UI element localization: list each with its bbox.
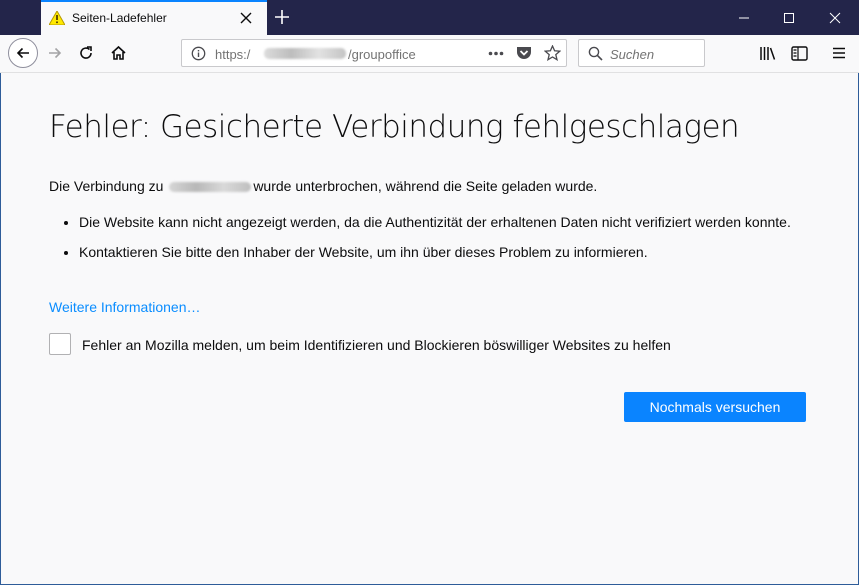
redacted-host <box>264 48 346 59</box>
back-button[interactable] <box>8 38 38 68</box>
close-tab-icon[interactable] <box>240 12 252 24</box>
tab-active[interactable]: Seiten-Ladefehler <box>41 0 267 35</box>
library-icon[interactable] <box>759 46 776 61</box>
info-icon[interactable] <box>191 46 206 61</box>
report-checkbox-label[interactable]: Fehler an Mozilla melden, um beim Identi… <box>82 337 671 353</box>
reload-icon <box>80 46 92 59</box>
warning-icon <box>49 11 65 25</box>
url-path: /groupoffice <box>348 47 416 62</box>
pocket-icon[interactable] <box>516 46 532 61</box>
tab-title: Seiten-Ladefehler <box>72 11 167 25</box>
url-bar[interactable]: https:/ /groupoffice <box>181 39 567 67</box>
redacted-host <box>169 182 252 193</box>
search-bar[interactable]: Suchen <box>578 39 705 67</box>
title-bar: Seiten-Ladefehler <box>0 0 859 35</box>
search-icon <box>588 46 603 61</box>
search-placeholder: Suchen <box>610 47 655 62</box>
list-item: Die Website kann nicht angezeigt werden,… <box>79 212 839 233</box>
bookmark-star-icon[interactable] <box>544 45 561 61</box>
report-checkbox[interactable] <box>49 333 71 355</box>
error-bullet-list: Die Website kann nicht angezeigt werden,… <box>49 212 839 272</box>
desc-before: Die Verbindung zu <box>49 178 168 194</box>
new-tab-icon[interactable] <box>274 9 290 25</box>
error-title: Fehler: Gesicherte Verbindung fehlgeschl… <box>49 109 740 145</box>
retry-button[interactable]: Nochmals versuchen <box>624 392 806 422</box>
home-button[interactable] <box>105 40 131 66</box>
home-icon <box>110 45 126 60</box>
close-window-icon[interactable] <box>829 12 841 24</box>
minimize-icon[interactable] <box>738 12 750 24</box>
reload-button[interactable] <box>73 40 99 66</box>
error-page <box>0 73 859 585</box>
forward-button[interactable] <box>42 40 68 66</box>
nav-toolbar: https:/ /groupoffice Suchen <box>0 35 859 73</box>
desc-after: wurde unterbrochen, während die Seite ge… <box>253 178 598 194</box>
maximize-icon[interactable] <box>783 12 795 24</box>
forward-arrow-icon <box>49 47 62 59</box>
list-item: Kontaktieren Sie bitte den Inhaber der W… <box>79 242 839 263</box>
more-info-link[interactable]: Weitere Informationen… <box>49 299 200 315</box>
error-description: Die Verbindung zu wurde unterbrochen, wä… <box>49 178 597 194</box>
menu-icon[interactable] <box>832 46 846 60</box>
page-actions-icon[interactable] <box>488 51 504 56</box>
url-prefix: https:/ <box>215 47 251 62</box>
sidebar-icon[interactable] <box>791 46 808 61</box>
back-arrow-icon <box>16 47 29 59</box>
